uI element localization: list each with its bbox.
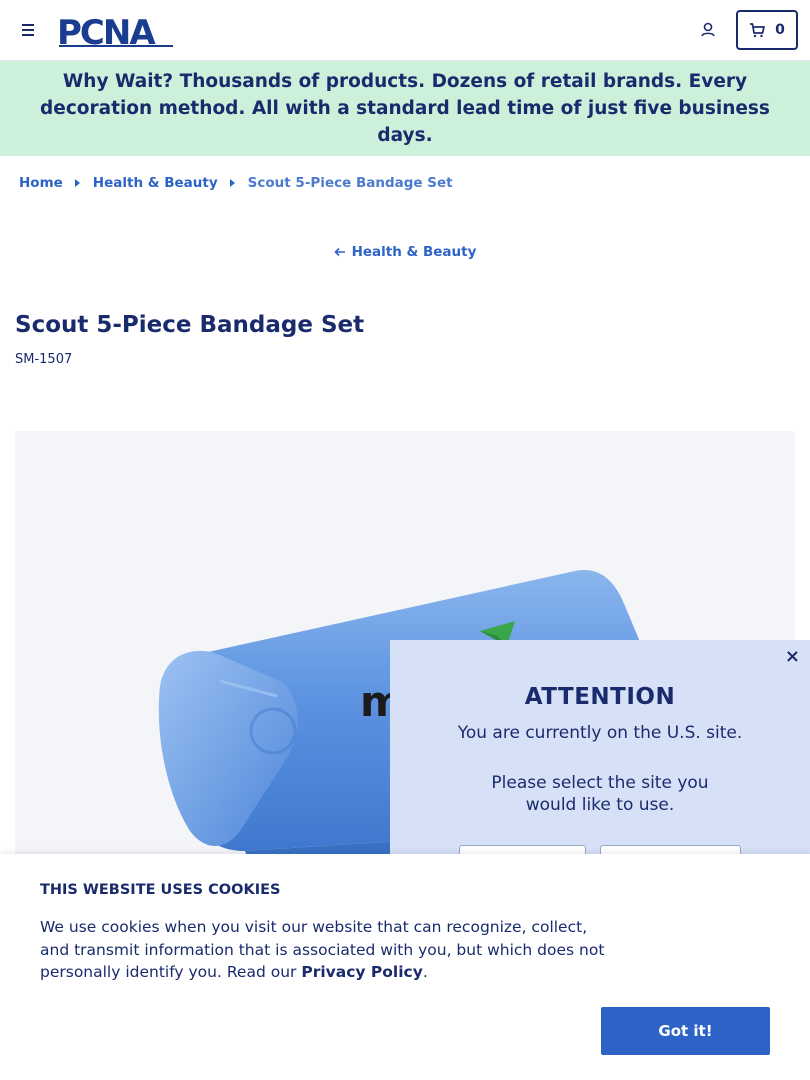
cart-count: 0 — [775, 22, 785, 38]
promo-text: Why Wait? Thousands of products. Dozens … — [40, 71, 770, 146]
cookie-period: . — [422, 963, 428, 981]
arrow-left-icon — [333, 247, 345, 257]
pcna-logo[interactable]: PCNA — [57, 13, 177, 53]
breadcrumb-home[interactable]: Home — [19, 175, 63, 191]
product-sku: SM-1507 — [15, 352, 73, 367]
cart-icon — [750, 23, 765, 38]
cookie-title: THIS WEBSITE USES COOKIES — [40, 882, 281, 898]
promo-banner: Why Wait? Thousands of products. Dozens … — [0, 61, 810, 156]
modal-current-site-text: You are currently on the U.S. site. — [457, 723, 743, 743]
breadcrumb-category[interactable]: Health & Beauty — [93, 175, 218, 191]
site-header: PCNA 0 — [0, 0, 810, 61]
logo-graphic: PCNA — [57, 13, 173, 53]
breadcrumb-separator-icon — [229, 179, 235, 187]
cart-button[interactable]: 0 — [736, 10, 798, 50]
breadcrumb-separator-icon — [74, 179, 80, 187]
product-title: Scout 5-Piece Bandage Set — [15, 312, 365, 338]
accept-cookies-button[interactable]: Got it! — [601, 1007, 770, 1055]
close-icon[interactable]: × — [785, 646, 800, 667]
account-button[interactable] — [696, 18, 720, 42]
hamburger-menu-icon[interactable] — [18, 19, 40, 41]
privacy-policy-link[interactable]: Privacy Policy — [301, 963, 423, 981]
back-link-label: Health & Beauty — [351, 244, 477, 260]
svg-text:PCNA: PCNA — [57, 14, 156, 48]
modal-instruction-text: Please select the site you would like to… — [491, 773, 709, 815]
modal-title: ATTENTION — [524, 684, 676, 710]
user-icon — [701, 22, 715, 37]
region-select-modal: × ATTENTION You are currently on the U.S… — [390, 640, 810, 880]
breadcrumb: Home Health & Beauty Scout 5-Piece Banda… — [19, 172, 453, 194]
cookie-text: We use cookies when you visit our websit… — [40, 916, 615, 984]
breadcrumb-current: Scout 5-Piece Bandage Set — [247, 175, 453, 191]
cookie-banner: THIS WEBSITE USES COOKIES We use cookies… — [0, 854, 810, 1080]
back-to-category: Health & Beauty — [0, 244, 810, 261]
back-link[interactable]: Health & Beauty — [333, 244, 477, 260]
